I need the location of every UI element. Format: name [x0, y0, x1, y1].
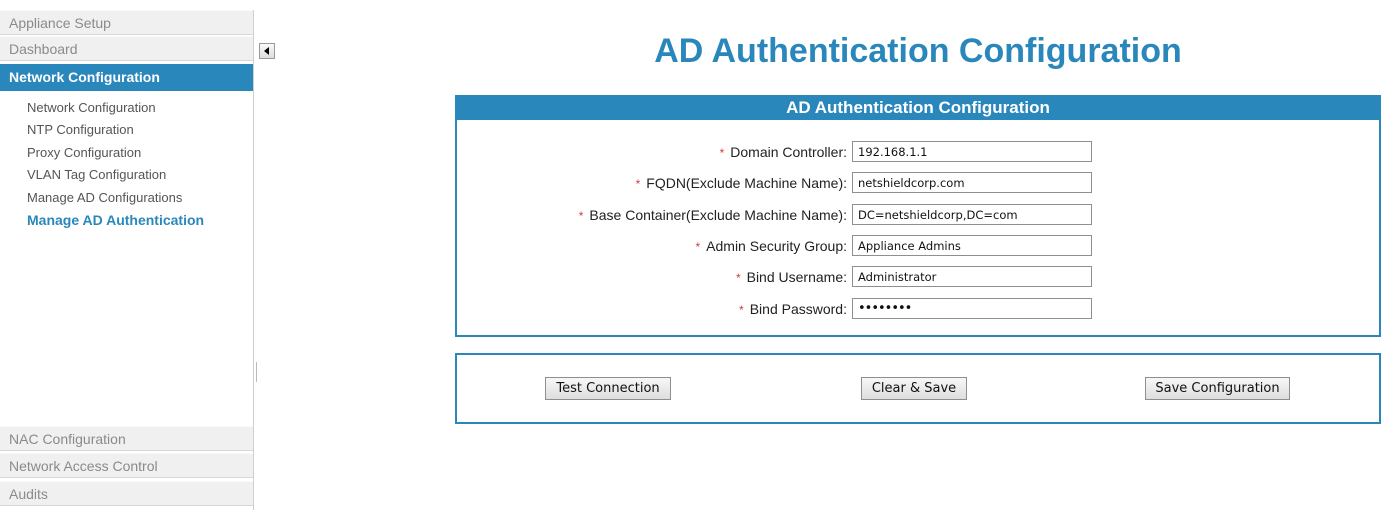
collapse-sidebar-button[interactable] — [259, 43, 275, 59]
sidebar-section-appliance-setup[interactable]: Appliance Setup — [0, 10, 253, 35]
required-asterisk: * — [695, 240, 701, 254]
clear-save-button[interactable]: Clear & Save — [861, 377, 967, 400]
action-button-panel: Test Connection Clear & Save Save Config… — [455, 353, 1381, 424]
sidebar-item-proxy-configuration[interactable]: Proxy Configuration — [0, 142, 253, 164]
domain-controller-input[interactable] — [852, 141, 1092, 162]
page-title: AD Authentication Configuration — [654, 32, 1182, 70]
field-label: * Base Container(Exclude Machine Name): — [579, 204, 847, 227]
field-label: * Bind Password: — [739, 298, 847, 321]
field-label: * Admin Security Group: — [695, 235, 847, 258]
sidebar-section-network-configuration[interactable]: Network Configuration — [0, 64, 253, 91]
sidebar-section-nac-configuration[interactable]: NAC Configuration — [0, 426, 253, 451]
panel-title: AD Authentication Configuration — [457, 97, 1379, 120]
bind-username-input[interactable] — [852, 266, 1092, 287]
required-asterisk: * — [635, 177, 641, 191]
form-row-domain-controller: * Domain Controller: — [457, 141, 1379, 163]
sidebar-item-ntp-configuration[interactable]: NTP Configuration — [0, 119, 253, 141]
form-row-base-container: * Base Container(Exclude Machine Name): — [457, 204, 1379, 226]
sidebar-item-network-configuration[interactable]: Network Configuration — [0, 97, 253, 119]
sidebar-section-audits[interactable]: Audits — [0, 481, 253, 506]
sidebar-resize-handle[interactable] — [256, 362, 259, 382]
fqdn-input[interactable] — [852, 172, 1092, 193]
sidebar-section-network-access-control[interactable]: Network Access Control — [0, 453, 253, 478]
sidebar-section-dashboard[interactable]: Dashboard — [0, 36, 253, 61]
fqdn-label: FQDN(Exclude Machine Name): — [646, 175, 847, 191]
required-asterisk: * — [735, 271, 741, 285]
domain-controller-label: Domain Controller: — [730, 144, 847, 160]
base-container-input[interactable] — [852, 204, 1092, 225]
triangle-left-icon — [264, 47, 269, 55]
bind-username-label: Bind Username: — [746, 269, 847, 285]
bind-password-input[interactable] — [852, 298, 1092, 319]
sidebar: Appliance Setup Dashboard Network Config… — [0, 10, 254, 510]
form-row-bind-username: * Bind Username: — [457, 266, 1379, 288]
base-container-label: Base Container(Exclude Machine Name): — [589, 207, 847, 223]
save-configuration-button[interactable]: Save Configuration — [1145, 377, 1290, 400]
sidebar-item-manage-ad-configurations[interactable]: Manage AD Configurations — [0, 187, 253, 209]
ad-config-form-panel: AD Authentication Configuration * Domain … — [455, 95, 1381, 337]
admin-security-group-label: Admin Security Group: — [706, 238, 847, 254]
field-label: * Domain Controller: — [720, 141, 847, 164]
form-row-bind-password: * Bind Password: — [457, 298, 1379, 320]
required-asterisk: * — [739, 303, 744, 317]
test-connection-button[interactable]: Test Connection — [545, 377, 671, 400]
sidebar-submenu: Network Configuration NTP Configuration … — [0, 97, 253, 231]
required-asterisk: * — [578, 209, 584, 223]
form-row-admin-security-group: * Admin Security Group: — [457, 235, 1379, 257]
field-label: * Bind Username: — [736, 266, 847, 289]
required-asterisk: * — [719, 146, 725, 160]
sidebar-item-manage-ad-authentication[interactable]: Manage AD Authentication — [0, 209, 253, 231]
form-row-fqdn: * FQDN(Exclude Machine Name): — [457, 172, 1379, 194]
admin-security-group-input[interactable] — [852, 235, 1092, 256]
field-label: * FQDN(Exclude Machine Name): — [636, 172, 847, 195]
sidebar-item-vlan-tag-configuration[interactable]: VLAN Tag Configuration — [0, 164, 253, 186]
bind-password-label: Bind Password: — [749, 301, 847, 317]
